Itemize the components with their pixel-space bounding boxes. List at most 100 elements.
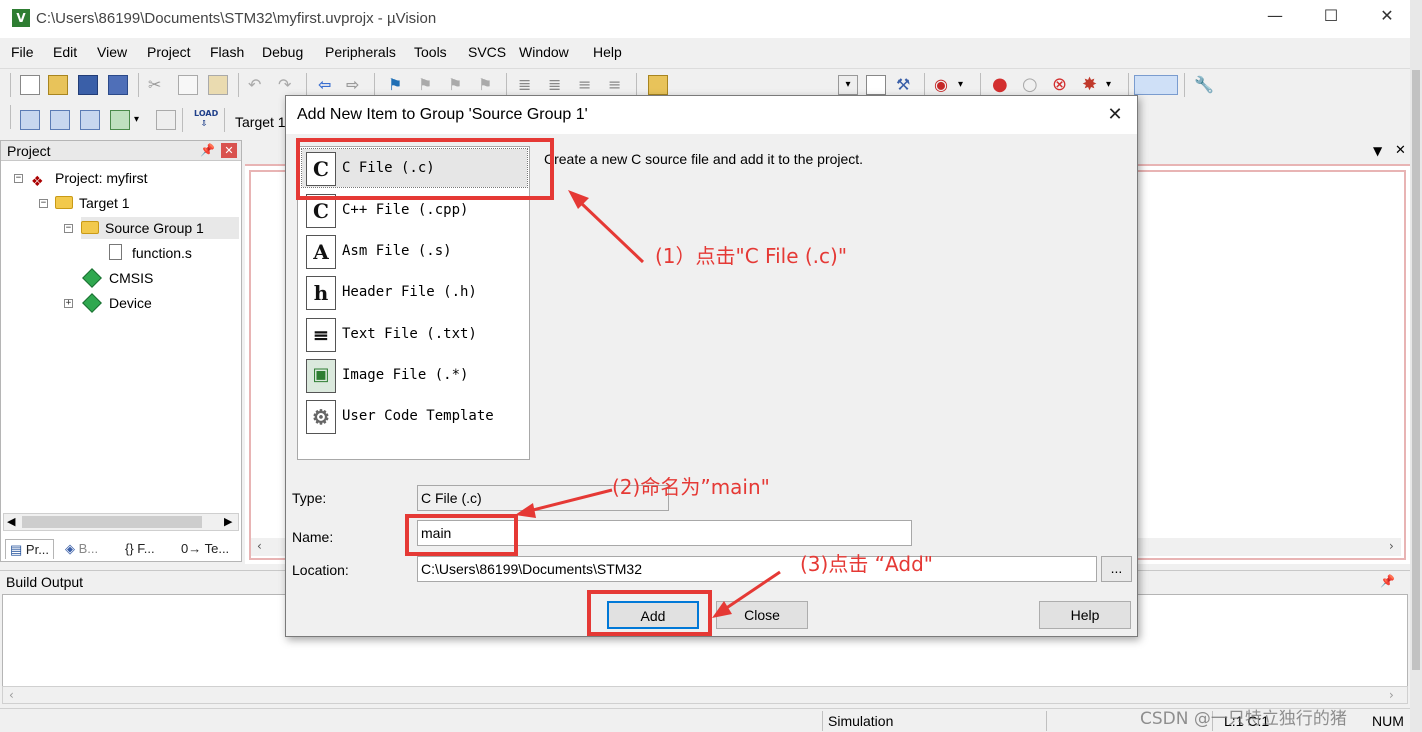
menu-tools[interactable]: Tools	[414, 44, 447, 60]
collapse-icon[interactable]: −	[14, 174, 23, 183]
tree-target-label: Target 1	[79, 195, 130, 211]
bookmark-icon[interactable]: ⚑	[388, 75, 408, 95]
menu-project[interactable]: Project	[147, 44, 191, 60]
new-file-icon[interactable]	[20, 75, 40, 95]
scroll-right-icon[interactable]: ▶	[224, 515, 232, 528]
tree-device[interactable]: Device	[82, 292, 152, 314]
tab-templates[interactable]: 0→ Te...	[181, 539, 229, 559]
tree-cmsis[interactable]: CMSIS	[82, 267, 153, 289]
nav-back-icon[interactable]: ⇦	[318, 75, 338, 95]
template-item-asm-file[interactable]: A Asm File (.s)	[302, 232, 527, 270]
menu-debug[interactable]: Debug	[262, 44, 303, 60]
redo-icon[interactable]: ↷	[278, 75, 298, 95]
minimize-button[interactable]: —	[1252, 6, 1298, 32]
tab-books[interactable]: ◈ B...	[65, 539, 98, 559]
scroll-thumb[interactable]	[22, 516, 202, 528]
collapse-icon[interactable]: −	[64, 224, 73, 233]
menu-edit[interactable]: Edit	[53, 44, 77, 60]
menu-view[interactable]: View	[97, 44, 127, 60]
scroll-left-icon[interactable]: ◀	[7, 515, 15, 528]
save-icon[interactable]	[78, 75, 98, 95]
editor-close-icon[interactable]: ✕	[1395, 143, 1406, 158]
chevron-down-icon[interactable]: ▾	[134, 110, 154, 130]
template-item-text-file[interactable]: ≡ Text File (.txt)	[302, 315, 527, 353]
scroll-thumb[interactable]	[1412, 70, 1420, 670]
close-window-button[interactable]: ✕	[1364, 6, 1410, 32]
debug-session-icon[interactable]: ◉	[934, 75, 954, 95]
dropdown-arrow-icon[interactable]: ▾	[838, 75, 858, 95]
location-input[interactable]: C:\Users\86199\Documents\STM32	[417, 556, 1097, 582]
close-panel-icon[interactable]: ✕	[221, 143, 237, 158]
scroll-right-icon[interactable]: ›	[1389, 688, 1394, 702]
scroll-left-icon[interactable]: ‹	[9, 688, 14, 702]
window-layout-icon[interactable]	[1134, 75, 1178, 95]
next-bookmark-icon[interactable]: ⚑	[448, 75, 468, 95]
comment-icon[interactable]: ≡	[578, 75, 598, 95]
incremental-find-icon[interactable]: ⚒	[896, 75, 916, 95]
build-icon[interactable]	[50, 110, 70, 130]
project-tab-icon: ▤	[10, 542, 26, 557]
paste-icon[interactable]	[208, 75, 228, 95]
status-divider	[1046, 711, 1047, 731]
save-all-icon[interactable]	[108, 75, 128, 95]
insert-breakpoint-icon[interactable]: ●	[992, 75, 1012, 95]
menu-file[interactable]: File	[11, 44, 34, 60]
help-button[interactable]: Help	[1039, 601, 1131, 629]
template-item-header-file[interactable]: h Header File (.h)	[302, 273, 527, 311]
device-component-icon	[82, 293, 102, 313]
expand-icon[interactable]: +	[64, 299, 73, 308]
scroll-left-icon[interactable]: ‹	[257, 539, 262, 553]
tree-file-function-s[interactable]: function.s	[109, 242, 192, 264]
nav-forward-icon[interactable]: ⇨	[346, 75, 366, 95]
tree-source-group[interactable]: Source Group 1	[81, 217, 239, 239]
copy-icon[interactable]	[178, 75, 198, 95]
menu-flash[interactable]: Flash	[210, 44, 244, 60]
find-in-files-icon[interactable]	[648, 75, 668, 95]
cut-icon[interactable]: ✂	[148, 75, 168, 95]
chevron-down-icon[interactable]: ▾	[1106, 75, 1126, 95]
maximize-button[interactable]: ☐	[1308, 6, 1354, 32]
scroll-right-icon[interactable]: ›	[1389, 539, 1394, 553]
dialog-close-icon[interactable]: ✕	[1104, 104, 1126, 126]
tree-project-root[interactable]: ❖ Project: myfirst	[31, 167, 148, 190]
download-load-icon[interactable]: LOAD ⇩	[194, 109, 218, 129]
prev-bookmark-icon[interactable]: ⚑	[418, 75, 438, 95]
menu-svcs[interactable]: SVCS	[468, 44, 506, 60]
kill-breakpoints-icon[interactable]: ✸	[1082, 75, 1102, 95]
disable-breakpoints-icon[interactable]: ⊗	[1052, 75, 1072, 95]
open-folder-icon[interactable]	[48, 75, 68, 95]
batch-build-icon[interactable]	[110, 110, 130, 130]
template-label: Text File (.txt)	[342, 326, 477, 342]
find-icon[interactable]	[866, 75, 886, 95]
pin-icon[interactable]: 📌	[1380, 574, 1395, 588]
tab-functions[interactable]: {} F...	[125, 539, 155, 559]
target-select[interactable]: Target 1	[235, 114, 286, 130]
rebuild-icon[interactable]	[80, 110, 100, 130]
menu-help[interactable]: Help	[593, 44, 622, 60]
chevron-down-icon[interactable]: ▾	[958, 75, 978, 95]
template-item-user-code-template[interactable]: ⚙ User Code Template	[302, 397, 527, 435]
browse-button[interactable]: ...	[1101, 556, 1132, 582]
stop-build-icon[interactable]	[156, 110, 176, 130]
menu-window[interactable]: Window	[519, 44, 569, 60]
close-button[interactable]: Close	[716, 601, 808, 629]
translate-icon[interactable]	[20, 110, 40, 130]
configure-wrench-icon[interactable]: 🔧	[1194, 75, 1214, 95]
indent-icon[interactable]: ≣	[518, 75, 538, 95]
enable-breakpoint-icon[interactable]: ○	[1022, 75, 1042, 95]
uncomment-icon[interactable]: ≡	[608, 75, 628, 95]
build-output-scrollbar[interactable]: ‹ ›	[2, 686, 1408, 704]
unindent-icon[interactable]: ≣	[548, 75, 568, 95]
menu-peripherals[interactable]: Peripherals	[325, 44, 396, 60]
page-vertical-scrollbar[interactable]	[1410, 0, 1422, 732]
editor-dropdown-icon[interactable]: ▼	[1373, 144, 1382, 158]
tree-source-group-label: Source Group 1	[105, 220, 204, 236]
clear-bookmarks-icon[interactable]: ⚑	[478, 75, 498, 95]
pin-icon[interactable]: 📌	[200, 143, 215, 157]
template-item-image-file[interactable]: ▣ Image File (.*)	[302, 356, 527, 394]
undo-icon[interactable]: ↶	[248, 75, 268, 95]
collapse-icon[interactable]: −	[39, 199, 48, 208]
tree-target[interactable]: Target 1	[55, 192, 130, 214]
project-horizontal-scrollbar[interactable]: ◀ ▶	[3, 513, 239, 531]
tab-project[interactable]: ▤ Pr...	[5, 539, 55, 559]
